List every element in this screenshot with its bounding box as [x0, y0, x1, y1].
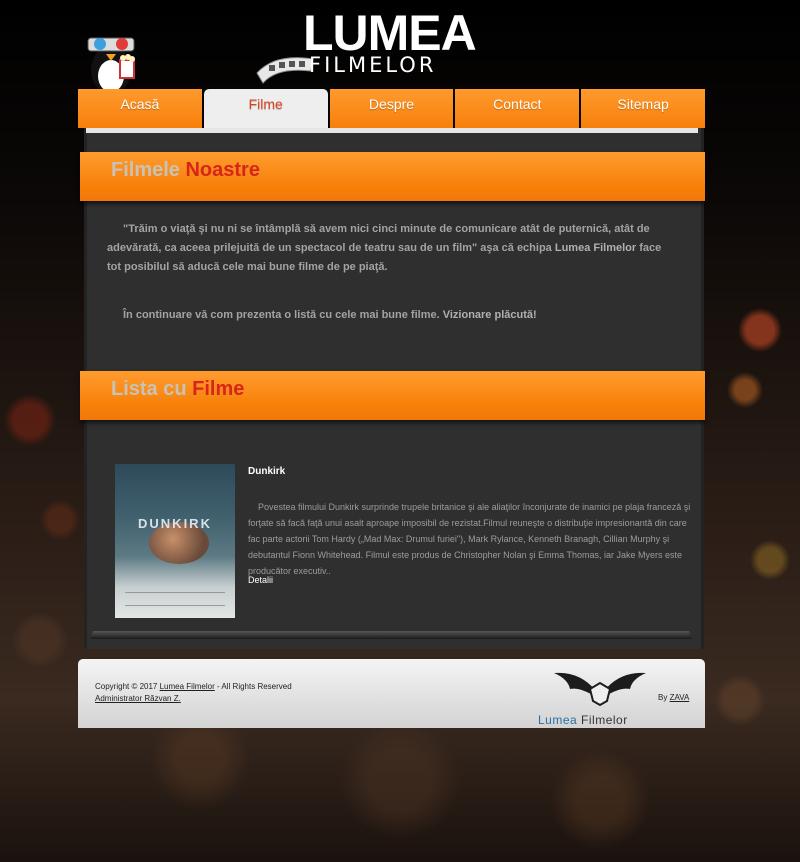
poster-title: DUNKIRK	[138, 516, 212, 531]
intro-text: "Trăim o viaţă şi nu ni se întâmplă să a…	[107, 220, 677, 325]
tab-filme[interactable]: Filme	[203, 89, 328, 128]
tab-despre[interactable]: Despre	[329, 89, 454, 128]
footer-logo: Lumea Filmelor	[538, 669, 650, 727]
movie-description: Povestea filmului Dunkirk surprinde trup…	[248, 502, 691, 576]
tab-acasa[interactable]: Acasă	[78, 89, 202, 128]
footer-logo-text: Lumea Filmelor	[538, 713, 628, 727]
footer-logo-word2: Filmelor	[581, 713, 628, 727]
copyright-suffix: - All Rights Reserved	[216, 682, 292, 691]
intro-line2-bold: Vizionare plăcută!	[442, 309, 537, 321]
section-title-highlight: Filme	[192, 378, 245, 400]
logo-subtitle: FILMELOR	[309, 53, 437, 77]
wings-shield-icon	[554, 672, 646, 707]
section-title-movie-list: Lista cu Filme	[111, 376, 244, 402]
section-title-our-movies: Filmele Noastre	[111, 157, 260, 183]
section-title-word: Filmele	[111, 159, 180, 181]
footer-credit: By ZAVA	[658, 693, 689, 702]
penguin-mascot-icon	[87, 37, 135, 95]
site-footer: Copyright © 2017 Lumea Filmelor - All Ri…	[78, 659, 705, 728]
movie-poster[interactable]: DUNKIRK	[115, 464, 235, 618]
panel-bottom-edge	[90, 631, 692, 639]
footer-by-link[interactable]: ZAVA	[670, 693, 690, 702]
tab-contact[interactable]: Contact	[455, 89, 580, 128]
site-header: LUMEA FILMELOR	[0, 0, 800, 95]
poster-credits	[125, 592, 225, 606]
main-nav: Acasă Filme Despre Contact Sitemap	[78, 89, 705, 128]
intro-paragraph-2: În continuare vă com prezenta o listă cu…	[107, 306, 677, 325]
footer-site-link[interactable]: Lumea Filmelor	[160, 682, 215, 691]
section-header-our-movies: Filmele Noastre	[80, 152, 705, 201]
panel-top-divider	[86, 128, 698, 133]
movie-details-link[interactable]: Detalii	[248, 575, 273, 585]
copyright-text: Copyright © 2017 Lumea Filmelor - All Ri…	[95, 681, 292, 705]
section-header-movie-list: Lista cu Filme	[80, 371, 705, 420]
intro-team-name: Lumea Filmelor	[554, 242, 637, 254]
section-title-word: Lista cu	[111, 378, 187, 400]
footer-by-prefix: By	[658, 693, 668, 702]
copyright-prefix: Copyright © 2017	[95, 682, 158, 691]
intro-paragraph: "Trăim o viaţă şi nu ni se întâmplă să a…	[107, 220, 677, 277]
intro-line2: În continuare vă com prezenta o listă cu…	[123, 309, 440, 321]
tab-sitemap[interactable]: Sitemap	[581, 89, 705, 128]
movie-title: Dunkirk	[248, 466, 286, 477]
footer-admin-link[interactable]: Administrator Răzvan Z.	[95, 694, 181, 703]
section-title-highlight: Noastre	[185, 159, 260, 181]
site-logo[interactable]: LUMEA FILMELOR	[255, 5, 485, 87]
footer-logo-word1: Lumea	[538, 713, 578, 727]
